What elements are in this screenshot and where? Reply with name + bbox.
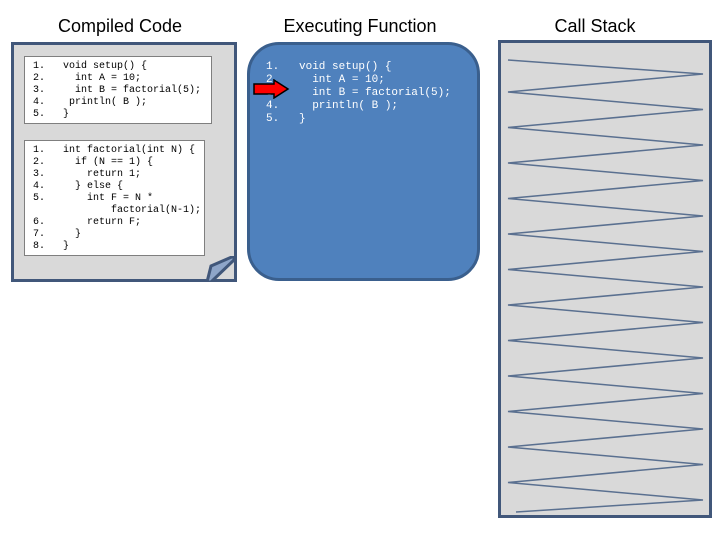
executing-function-panel: 1. void setup() { 2. int A = 10; 3. int …	[247, 42, 480, 281]
compiled-code-title: Compiled Code	[57, 16, 183, 36]
factorial-code-block: 1. int factorial(int N) { 2. if (N == 1)…	[24, 140, 205, 256]
executing-code: 1. void setup() { 2. int A = 10; 3. int …	[266, 61, 451, 125]
page-curl-icon	[205, 256, 236, 282]
setup-code-block: 1. void setup() { 2. int A = 10; 3. int …	[24, 56, 212, 124]
compiled-code-document: 1. void setup() { 2. int A = 10; 3. int …	[11, 42, 237, 282]
current-line-arrow-icon	[253, 79, 290, 99]
call-stack-title: Call Stack	[554, 16, 636, 36]
executing-function-title: Executing Function	[283, 16, 437, 36]
call-stack-panel	[498, 40, 712, 518]
spring-icon	[507, 59, 704, 513]
spring-line	[507, 59, 704, 513]
